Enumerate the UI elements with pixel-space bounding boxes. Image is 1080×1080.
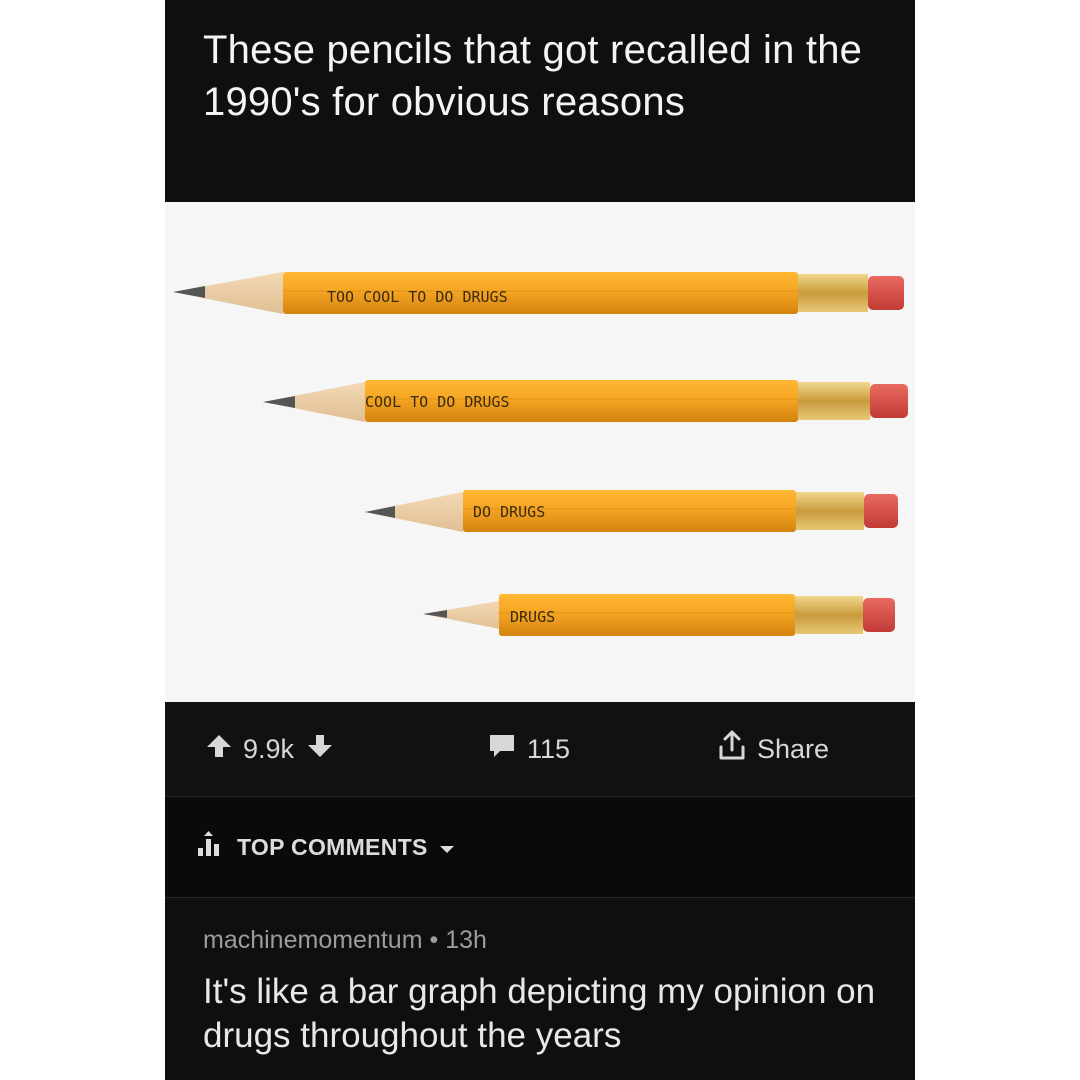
vote-group: 9.9k (205, 702, 334, 796)
pencil-3: DO DRUGS (365, 490, 898, 532)
pencil-4: DRUGS (423, 594, 895, 636)
comment-author[interactable]: machinemomentum (203, 926, 423, 954)
comment-meta: machinemomentum • 13h (203, 926, 487, 955)
downvote-icon[interactable] (306, 732, 334, 767)
meta-separator: • (429, 926, 439, 954)
upvote-icon[interactable] (205, 732, 233, 767)
share-label: Share (757, 733, 830, 764)
comment-icon (487, 732, 517, 767)
pencil-1: TOO COOL TO DO DRUGS (173, 272, 904, 314)
comments-button[interactable]: 115 (487, 702, 570, 796)
post-header: These pencils that got recalled in the 1… (165, 0, 915, 202)
post-card: These pencils that got recalled in the 1… (165, 0, 915, 1080)
pencil-3-label: DO DRUGS (473, 503, 545, 521)
post-title[interactable]: These pencils that got recalled in the 1… (203, 24, 883, 128)
chevron-down-icon (438, 834, 456, 861)
pencil-2-label: COOL TO DO DRUGS (365, 393, 510, 411)
share-icon (717, 729, 747, 770)
action-bar: 9.9k 115 Share (165, 702, 915, 797)
comment-count: 115 (527, 733, 571, 764)
score: 9.9k (243, 733, 295, 764)
comment-text: It's like a bar graph depicting my opini… (203, 972, 876, 1055)
sort-top-icon (195, 830, 225, 864)
comment: machinemomentum • 13h It's like a bar gr… (165, 898, 915, 1080)
comment-age: 13h (445, 926, 487, 954)
post-image[interactable]: TOO COOL TO DO DRUGS COOL TO DO DRUGS DO… (165, 202, 915, 702)
pencil-2: COOL TO DO DRUGS (263, 380, 908, 422)
pencil-1-label: TOO COOL TO DO DRUGS (327, 288, 508, 306)
share-button[interactable]: Share (717, 702, 829, 796)
sort-label: TOP COMMENTS (237, 833, 428, 860)
sort-dropdown[interactable]: TOP COMMENTS (195, 797, 456, 897)
pencils-photo: TOO COOL TO DO DRUGS COOL TO DO DRUGS DO… (173, 272, 908, 636)
pencil-4-label: DRUGS (510, 608, 555, 626)
comment-sort-bar: TOP COMMENTS (165, 797, 915, 898)
